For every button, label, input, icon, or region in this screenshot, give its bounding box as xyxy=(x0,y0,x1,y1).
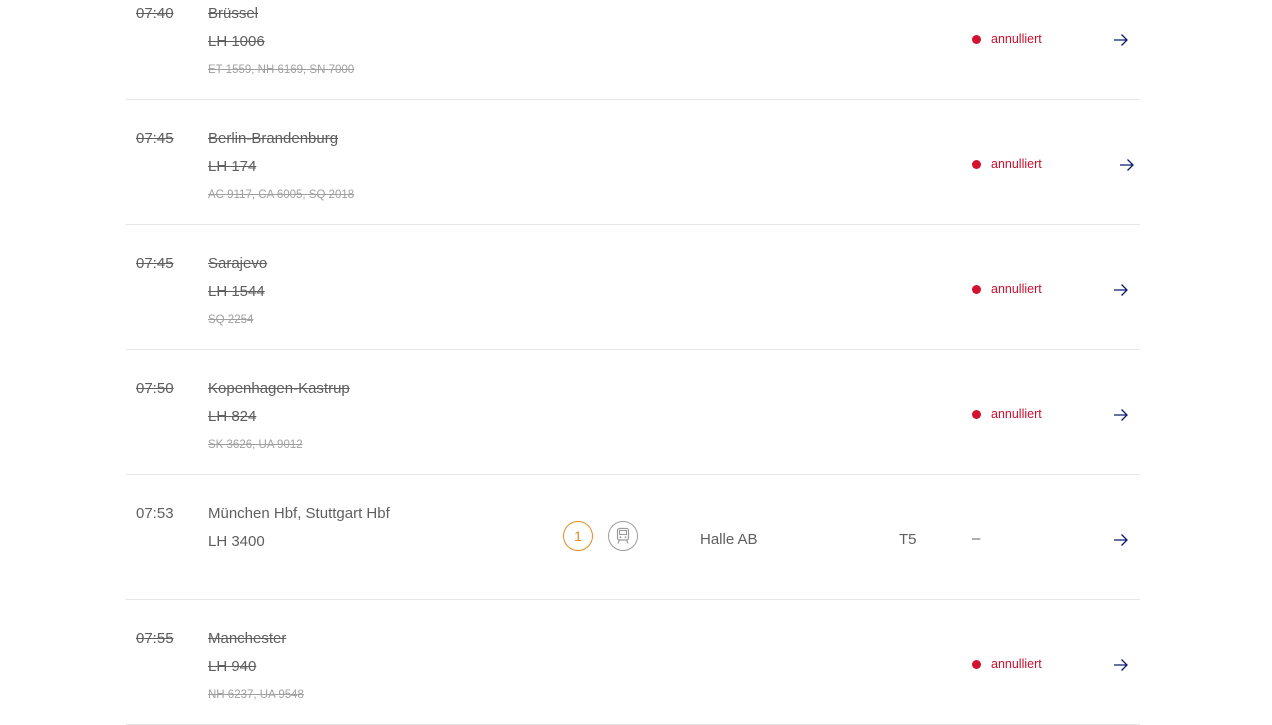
status-cancelled: annulliert xyxy=(972,407,1042,421)
status-cancelled: annulliert xyxy=(972,282,1042,296)
status-text: annulliert xyxy=(991,32,1042,46)
destination: Sarajevo xyxy=(208,255,268,272)
status-dot-icon xyxy=(972,659,981,669)
status-cancelled: annulliert xyxy=(972,32,1042,46)
train-icon xyxy=(608,521,638,551)
destination: Brüssel xyxy=(208,5,259,22)
status-text: annulliert xyxy=(991,282,1042,296)
arrow-right-icon[interactable] xyxy=(1112,406,1130,424)
status-dot-icon xyxy=(972,34,981,44)
flight-number: LH 940 xyxy=(208,658,257,675)
flight-number: LH 1544 xyxy=(208,283,265,300)
destination: Manchester xyxy=(208,630,287,647)
codeshare-numbers: NH 6237, UA 9548 xyxy=(208,689,304,701)
status-text: annulliert xyxy=(991,407,1042,421)
departure-time: 07:53 xyxy=(136,505,174,522)
flight-row[interactable]: 07:40 Brüssel LH 1006 ET 1559, NH 6169, … xyxy=(126,0,1140,100)
departure-time: 07:45 xyxy=(136,255,174,272)
departure-time: 07:50 xyxy=(136,380,174,397)
arrow-right-icon[interactable] xyxy=(1118,156,1136,174)
departure-time: 07:55 xyxy=(136,630,174,647)
terminal: T5 xyxy=(899,531,917,548)
departures-list: 07:40 Brüssel LH 1006 ET 1559, NH 6169, … xyxy=(126,0,1140,725)
status-text: annulliert xyxy=(991,657,1042,671)
flight-row[interactable]: 07:45 Berlin-Brandenburg LH 174 AC 9117,… xyxy=(126,100,1140,225)
flight-number: LH 3400 xyxy=(208,533,265,550)
destination: Kopenhagen-Kastrup xyxy=(208,380,350,397)
flight-number: LH 1006 xyxy=(208,33,265,50)
codeshare-numbers: AC 9117, CA 6005, SQ 2018 xyxy=(208,189,355,201)
status-dot-icon xyxy=(972,409,981,419)
departure-time: 07:40 xyxy=(136,5,174,22)
status-text: annulliert xyxy=(991,157,1042,171)
status-dot-icon xyxy=(972,284,981,294)
destination: Berlin-Brandenburg xyxy=(208,130,339,147)
flight-row[interactable]: 07:45 Sarajevo LH 1544 SQ 2254 annullier… xyxy=(126,225,1140,350)
destination: München Hbf, Stuttgart Hbf xyxy=(208,505,390,522)
status-text: – xyxy=(972,530,981,547)
status-cancelled: annulliert xyxy=(972,657,1042,671)
arrow-right-icon[interactable] xyxy=(1112,656,1130,674)
codeshare-numbers: ET 1559, NH 6169, SN 7000 xyxy=(208,64,355,76)
arrow-right-icon[interactable] xyxy=(1112,281,1130,299)
codeshare-numbers: SK 3626, UA 9012 xyxy=(208,439,303,451)
departure-time: 07:45 xyxy=(136,130,174,147)
gate-badge: 1 xyxy=(563,521,593,551)
flight-number: LH 824 xyxy=(208,408,257,425)
status-dot-icon xyxy=(972,159,981,169)
flight-row[interactable]: 07:53 München Hbf, Stuttgart Hbf LH 3400… xyxy=(126,475,1140,600)
flight-number: LH 174 xyxy=(208,158,257,175)
arrow-right-icon[interactable] xyxy=(1112,31,1130,49)
flight-row[interactable]: 07:55 Manchester LH 940 NH 6237, UA 9548… xyxy=(126,600,1140,725)
location: Halle AB xyxy=(700,531,758,548)
arrow-right-icon[interactable] xyxy=(1112,531,1130,549)
status-cancelled: annulliert xyxy=(972,157,1042,171)
codeshare-numbers: SQ 2254 xyxy=(208,314,254,326)
flight-row[interactable]: 07:50 Kopenhagen-Kastrup LH 824 SK 3626,… xyxy=(126,350,1140,475)
